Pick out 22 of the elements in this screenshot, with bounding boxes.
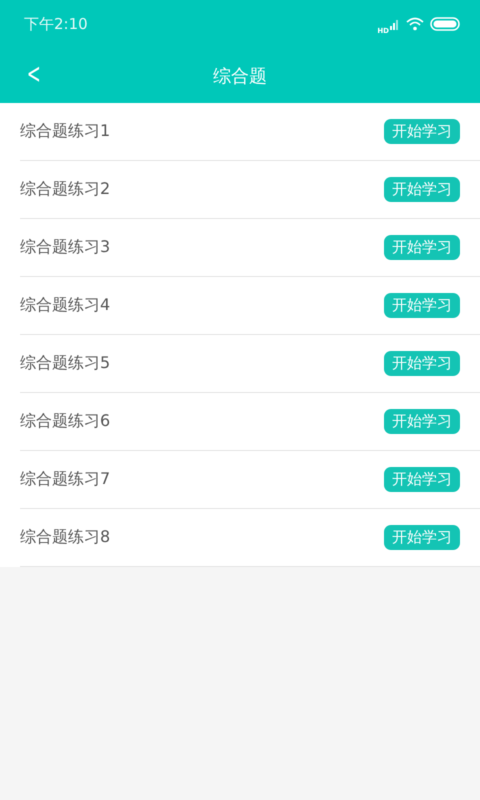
start-button[interactable]: 开始学习 — [384, 177, 460, 202]
wifi-icon — [406, 17, 424, 31]
start-button[interactable]: 开始学习 — [384, 119, 460, 144]
signal-icon — [390, 18, 400, 30]
exercise-title: 综合题练习2 — [20, 179, 110, 200]
exercise-title: 综合题练习3 — [20, 237, 110, 258]
status-time: 下午2:10 — [24, 14, 88, 34]
battery-icon — [430, 17, 460, 31]
exercise-title: 综合题练习8 — [20, 527, 110, 548]
back-button[interactable]: < — [24, 56, 44, 92]
exercise-title: 综合题练习1 — [20, 121, 110, 142]
page-title: 综合题 — [213, 64, 267, 88]
start-button[interactable]: 开始学习 — [384, 525, 460, 550]
start-button[interactable]: 开始学习 — [384, 467, 460, 492]
start-button[interactable]: 开始学习 — [384, 409, 460, 434]
exercise-title: 综合题练习4 — [20, 295, 110, 316]
exercise-title: 综合题练习5 — [20, 353, 110, 374]
start-button[interactable]: 开始学习 — [384, 351, 460, 376]
start-button[interactable]: 开始学习 — [384, 235, 460, 260]
exercise-title: 综合题练习6 — [20, 411, 110, 432]
start-button[interactable]: 开始学习 — [384, 293, 460, 318]
exercise-title: 综合题练习7 — [20, 469, 110, 490]
